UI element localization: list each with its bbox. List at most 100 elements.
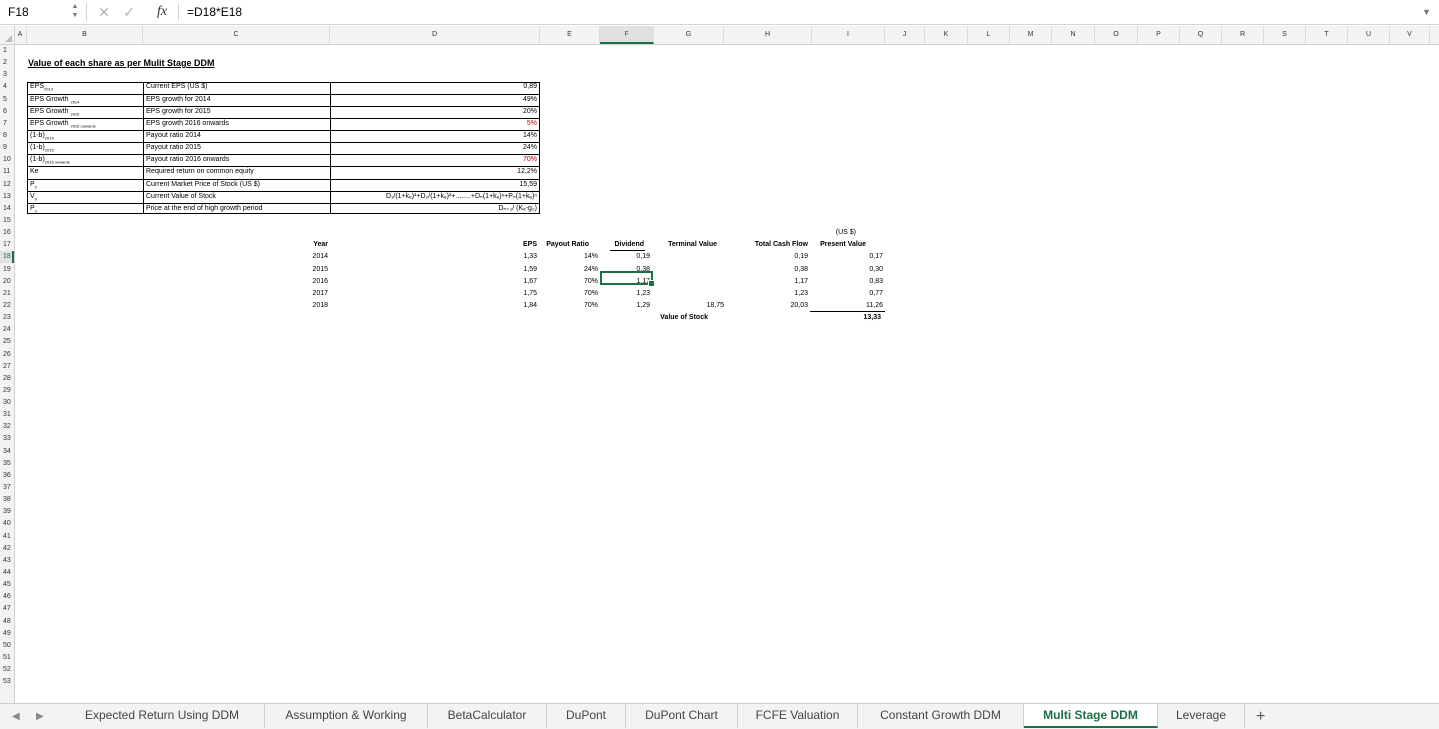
row-header-48[interactable]: 48 (0, 616, 14, 628)
prev-sheet-icon[interactable]: ◀ (12, 704, 20, 729)
function-icon[interactable]: fx (157, 0, 167, 24)
present-value-cell[interactable]: 11,26 (866, 301, 883, 311)
formula-input[interactable]: =D18*E18 (187, 0, 242, 24)
sheet-tab[interactable]: Leverage (1158, 704, 1245, 728)
row-header-5[interactable]: 5 (0, 94, 14, 106)
row-header-50[interactable]: 50 (0, 640, 14, 652)
row-header-28[interactable]: 28 (0, 373, 14, 385)
total-cash-flow-cell[interactable]: 20,03 (790, 301, 808, 311)
row-header-15[interactable]: 15 (0, 215, 14, 227)
eps-cell[interactable]: 1,75 (523, 289, 537, 299)
column-header-d[interactable]: D (330, 26, 540, 44)
row-header-38[interactable]: 38 (0, 494, 14, 506)
total-cash-flow-cell[interactable]: 0,38 (794, 265, 808, 275)
row-header-23[interactable]: 23 (0, 312, 14, 324)
total-cash-flow-cell[interactable]: 1,17 (794, 277, 808, 287)
column-header-g[interactable]: G (654, 26, 724, 44)
row-header-9[interactable]: 9 (0, 142, 14, 154)
row-header-20[interactable]: 20 (0, 276, 14, 288)
row-header-36[interactable]: 36 (0, 470, 14, 482)
column-header-k[interactable]: K (925, 26, 968, 44)
row-header-14[interactable]: 14 (0, 203, 14, 215)
row-header-45[interactable]: 45 (0, 579, 14, 591)
assumption-value[interactable]: 15,59 (519, 180, 537, 190)
row-header-33[interactable]: 33 (0, 433, 14, 445)
row-header-17[interactable]: 17 (0, 239, 14, 251)
row-header-4[interactable]: 4 (0, 81, 14, 93)
row-header-13[interactable]: 13 (0, 191, 14, 203)
year-cell[interactable]: 2014 (312, 252, 328, 262)
confirm-icon[interactable]: ✓ (120, 0, 138, 24)
assumption-value[interactable]: 70% (523, 155, 537, 165)
row-header-12[interactable]: 12 (0, 179, 14, 191)
payout-cell[interactable]: 70% (584, 277, 598, 287)
sheet-tab[interactable]: Constant Growth DDM (858, 704, 1024, 728)
row-header-18[interactable]: 18 (0, 251, 14, 264)
assumption-value[interactable]: D₁/(1+kₑ)¹+D₂/(1+kₑ)²+........+Dₙ(1+kₑ)ⁿ… (386, 192, 537, 202)
assumption-value[interactable]: Dₙ₊₁/ (Kₑ-g₂) (498, 204, 537, 214)
year-cell[interactable]: 2018 (312, 301, 328, 311)
name-box[interactable]: F18 (0, 0, 66, 24)
name-box-spinner-icon[interactable]: ▲ ▼ (70, 2, 80, 22)
column-header-l[interactable]: L (968, 26, 1010, 44)
column-header-i[interactable]: I (812, 26, 885, 44)
sheet-tab[interactable]: Assumption & Working (265, 704, 428, 728)
column-header-j[interactable]: J (885, 26, 925, 44)
assumption-value[interactable]: 20% (523, 107, 537, 117)
row-header-35[interactable]: 35 (0, 458, 14, 470)
column-header-f[interactable]: F (600, 26, 654, 44)
year-cell[interactable]: 2017 (312, 289, 328, 299)
row-header-43[interactable]: 43 (0, 555, 14, 567)
present-value-cell[interactable]: 0,30 (869, 265, 883, 275)
sheet-tab[interactable]: DuPont (547, 704, 626, 728)
row-header-25[interactable]: 25 (0, 336, 14, 348)
next-sheet-icon[interactable]: ▶ (36, 704, 44, 729)
sheet-tab[interactable]: BetaCalculator (428, 704, 547, 728)
year-cell[interactable]: 2015 (312, 265, 328, 275)
eps-cell[interactable]: 1,67 (523, 277, 537, 287)
total-cash-flow-cell[interactable]: 1,23 (794, 289, 808, 299)
row-header-37[interactable]: 37 (0, 482, 14, 494)
column-header-n[interactable]: N (1052, 26, 1095, 44)
dividend-cell[interactable]: 1,29 (636, 301, 650, 311)
present-value-cell[interactable]: 0,17 (869, 252, 883, 262)
row-header-1[interactable]: 1 (0, 45, 14, 57)
row-header-53[interactable]: 53 (0, 676, 14, 688)
row-header-27[interactable]: 27 (0, 361, 14, 373)
row-header-7[interactable]: 7 (0, 118, 14, 130)
row-header-44[interactable]: 44 (0, 567, 14, 579)
column-header-v[interactable]: V (1390, 26, 1430, 44)
assumption-value[interactable]: 0,89 (523, 82, 537, 92)
column-header-m[interactable]: M (1010, 26, 1052, 44)
row-header-3[interactable]: 3 (0, 69, 14, 81)
column-header-q[interactable]: Q (1180, 26, 1222, 44)
column-header-p[interactable]: P (1138, 26, 1180, 44)
payout-cell[interactable]: 24% (584, 265, 598, 275)
row-header-16[interactable]: 16 (0, 227, 14, 239)
column-header-t[interactable]: T (1306, 26, 1348, 44)
present-value-cell[interactable]: 0,83 (869, 277, 883, 287)
value-of-stock-total[interactable]: 13,33 (863, 313, 881, 323)
sheet-tab[interactable]: Expected Return Using DDM (60, 704, 265, 728)
payout-cell[interactable]: 14% (584, 252, 598, 262)
row-header-49[interactable]: 49 (0, 628, 14, 640)
assumption-value[interactable]: 24% (523, 143, 537, 153)
row-header-47[interactable]: 47 (0, 603, 14, 615)
chevron-down-icon[interactable]: ▼ (1422, 0, 1431, 24)
column-header-b[interactable]: B (27, 26, 143, 44)
assumption-value[interactable]: 5% (527, 119, 537, 129)
column-header-a[interactable]: A (14, 26, 27, 44)
sheet-tab[interactable]: DuPont Chart (626, 704, 738, 728)
payout-cell[interactable]: 70% (584, 301, 598, 311)
column-header-u[interactable]: U (1348, 26, 1390, 44)
row-header-19[interactable]: 19 (0, 264, 14, 276)
terminal-value-cell[interactable]: 18,75 (706, 301, 724, 311)
row-header-39[interactable]: 39 (0, 506, 14, 518)
row-header-42[interactable]: 42 (0, 543, 14, 555)
column-header-o[interactable]: O (1095, 26, 1138, 44)
row-header-32[interactable]: 32 (0, 421, 14, 433)
row-header-40[interactable]: 40 (0, 518, 14, 530)
dividend-cell[interactable]: 0,19 (636, 252, 650, 262)
column-header-e[interactable]: E (540, 26, 600, 44)
column-header-h[interactable]: H (724, 26, 812, 44)
